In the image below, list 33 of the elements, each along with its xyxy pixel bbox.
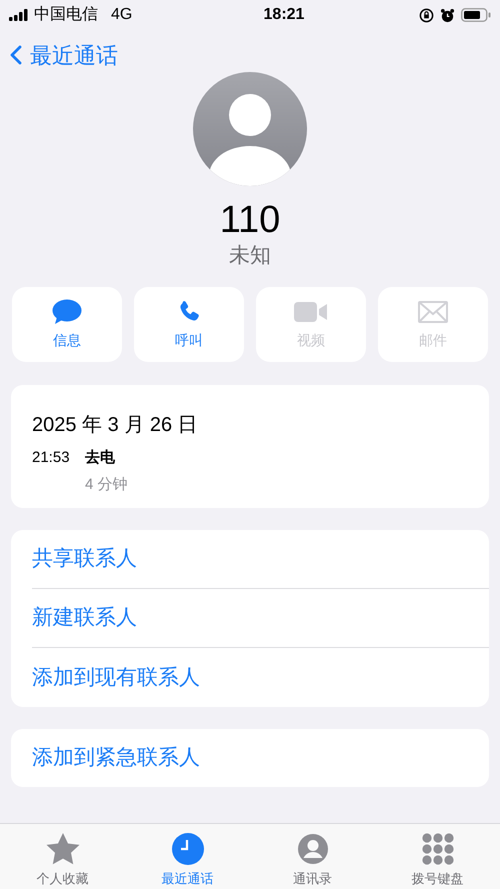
tab[interactable]: 最近通话 xyxy=(125,824,250,889)
speech-bubble-icon xyxy=(52,299,82,325)
message-button[interactable]: 信息 xyxy=(12,287,122,362)
call-time: 21:53 xyxy=(32,448,71,468)
person-icon xyxy=(296,833,328,865)
tab[interactable]: 拨号键盘 xyxy=(375,824,500,889)
option-link[interactable]: 共享联系人 xyxy=(32,543,137,575)
call-duration: 4 分钟 xyxy=(85,474,128,494)
option-link[interactable]: 添加到现有联系人 xyxy=(32,662,200,694)
call-button[interactable]: 呼叫 xyxy=(134,287,244,362)
back-button[interactable]: 最近通话 xyxy=(10,38,118,72)
video-camera-icon xyxy=(294,300,328,324)
call-type: 去电 xyxy=(85,448,116,468)
call-date: 2025 年 3 月 26 日 xyxy=(32,413,199,438)
alarm-icon xyxy=(440,8,455,22)
contact-number: 110 xyxy=(220,198,280,242)
contact-label: 未知 xyxy=(229,243,271,269)
star-icon xyxy=(44,832,80,866)
rotation-lock-icon xyxy=(419,8,434,22)
tab[interactable]: 通讯录 xyxy=(250,824,375,889)
tab[interactable]: 个人收藏 xyxy=(0,824,125,889)
avatar-icon xyxy=(193,72,307,186)
chevron-left-icon xyxy=(10,44,22,66)
status-time: 18:21 xyxy=(262,5,306,25)
battery-icon xyxy=(461,8,491,22)
emergency-contact-link[interactable]: 添加到紧急联系人 xyxy=(32,742,200,774)
network-type: 4G xyxy=(111,5,132,25)
carrier-name: 中国电信 xyxy=(34,4,98,25)
signal-icon xyxy=(9,9,29,21)
envelope-icon xyxy=(418,301,448,323)
clock-icon xyxy=(172,833,204,865)
keypad-icon xyxy=(422,833,454,865)
option-link[interactable]: 新建联系人 xyxy=(32,602,137,634)
